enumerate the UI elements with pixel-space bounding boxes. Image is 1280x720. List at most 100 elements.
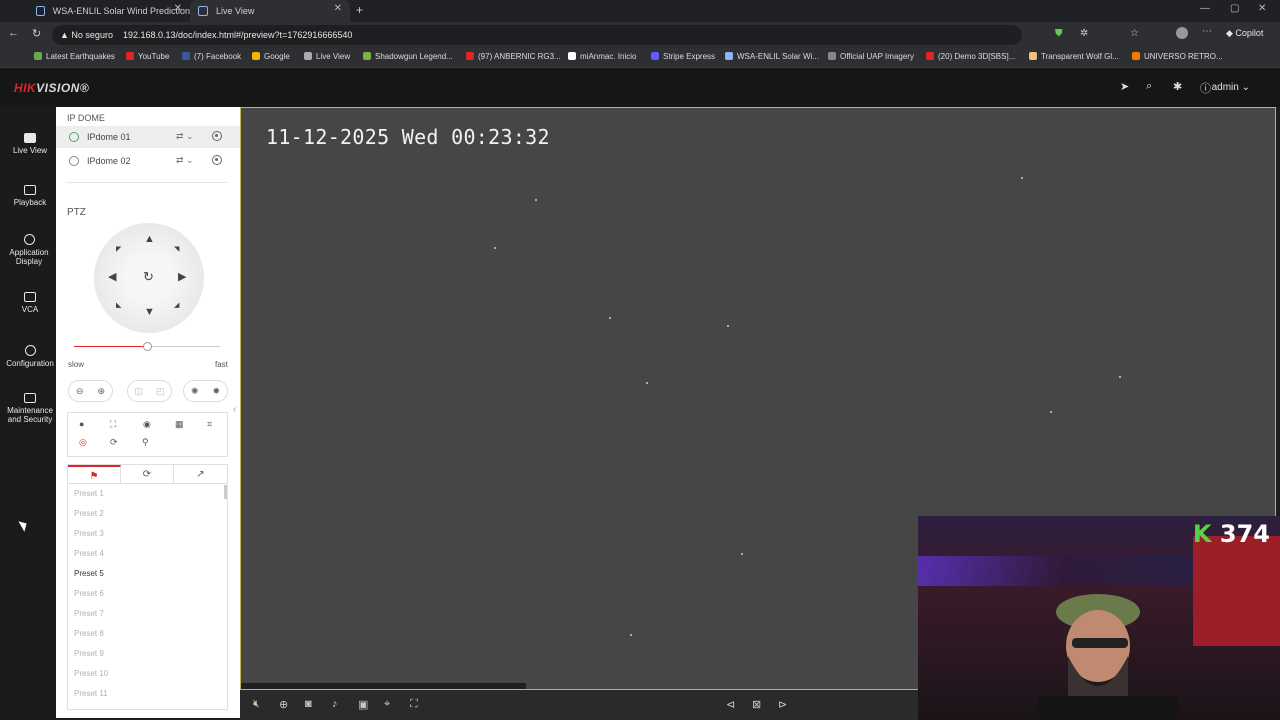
bookmark-item[interactable]: Stripe Express (651, 52, 715, 61)
nav-configuration[interactable]: Configuration (0, 345, 60, 368)
nav-application-display[interactable]: Application Display (0, 234, 59, 266)
more-icon[interactable]: ⋯ (1202, 26, 1212, 37)
bookmark-item[interactable]: (20) Demo 3D[SBS]... (926, 52, 1015, 61)
record-icon[interactable] (212, 131, 222, 141)
antenna-icon[interactable]: ⚲ (142, 437, 149, 448)
url-field[interactable]: ▲ No seguro 192.168.0.13/doc/index.html#… (52, 25, 1022, 45)
ptz-up-left-icon[interactable]: ◤ (116, 245, 121, 253)
nav-vca[interactable]: VCA (0, 292, 60, 314)
one-touch-icon[interactable]: ◎ (79, 437, 87, 448)
bookmark-item[interactable]: Official UAP Imagery (828, 52, 914, 61)
bookmark-item[interactable]: Transparent Wolf Gl... (1029, 52, 1119, 61)
record-clip-icon[interactable]: ▣ (358, 698, 368, 711)
bookmark-item[interactable]: WSA-ENLIL Solar Wi... (725, 52, 819, 61)
tab-live-view[interactable]: Live View ✕ (190, 0, 350, 22)
tab-pattern[interactable]: ↗ (174, 465, 227, 484)
ptz-auto-rotate-icon[interactable]: ↻ (143, 269, 154, 285)
bookmark-item[interactable]: YouTube (126, 52, 169, 61)
next-icon[interactable]: ⊳ (778, 698, 787, 711)
bookmark-item[interactable]: Latest Earthquakes (34, 52, 115, 61)
close-tab-icon[interactable]: ✕ (174, 3, 182, 14)
bookmark-item[interactable]: Live View (304, 52, 350, 61)
camera-row-ipdome-01[interactable]: IPdome 01 ⇄ ⌄ (56, 126, 240, 148)
bookmark-item[interactable]: UNIVERSO RETRO... (1132, 52, 1223, 61)
bookmark-item[interactable]: (7) Facebook (182, 52, 241, 61)
favorites-icon[interactable]: ☆ (1130, 28, 1139, 39)
send-icon[interactable]: ➤ (1120, 80, 1129, 93)
preset-item[interactable]: Preset 11 (74, 689, 108, 698)
preset-item[interactable]: Preset 4 (74, 549, 104, 558)
microphone-icon[interactable]: ♪ (332, 698, 338, 710)
new-tab-icon[interactable]: + (356, 3, 363, 17)
back-icon[interactable]: ← (8, 27, 19, 39)
park-icon[interactable]: ⟳ (110, 437, 118, 448)
user-menu[interactable]: admin ⌄ (1212, 82, 1250, 93)
preset-item[interactable]: Preset 1 (74, 489, 104, 498)
nav-live-view[interactable]: Live View (0, 133, 60, 155)
light-icon[interactable]: ● (79, 419, 84, 429)
preset-item[interactable]: Preset 2 (74, 509, 104, 518)
record-icon[interactable] (212, 155, 222, 165)
preset-item[interactable]: Preset 6 (74, 589, 104, 598)
audio-mute-icon[interactable]: 🔇︎ (253, 698, 260, 711)
wiper-icon[interactable]: ◉ (143, 419, 151, 430)
tab-patrol[interactable]: ⟳ (121, 465, 174, 484)
regional-focus-icon[interactable]: ⌗ (207, 419, 212, 430)
ptz-down-icon[interactable]: ▼ (144, 306, 155, 318)
settings-icon[interactable]: ✱ (1173, 80, 1182, 93)
bookmark-item[interactable]: (97) ANBERNIC RG3... (466, 52, 561, 61)
preset-item[interactable]: Preset 3 (74, 529, 104, 538)
iris-close-icon[interactable]: ✺ (191, 386, 199, 397)
speed-slider-handle[interactable] (143, 342, 152, 351)
search-icon[interactable]: ⌕ (1146, 80, 1152, 93)
extensions-icon[interactable]: ✲ (1080, 28, 1088, 39)
zoom-out-icon[interactable]: ⊖ (76, 386, 84, 397)
3d-positioning-icon[interactable]: ⌖ (384, 698, 390, 711)
bookmark-item[interactable]: Google (252, 52, 290, 61)
ptz-up-right-icon[interactable]: ◥ (174, 245, 179, 253)
ptz-control-icon[interactable]: ⇄ ⌄ (176, 131, 194, 142)
reload-icon[interactable]: ↻ (32, 27, 41, 40)
minimize-icon[interactable]: — (1200, 3, 1210, 14)
preset-item[interactable]: Preset 8 (74, 629, 104, 638)
ptz-right-icon[interactable]: ▶ (178, 270, 186, 283)
collapse-panel-icon[interactable]: ‹ (233, 404, 236, 415)
zoom-in-icon[interactable]: ⊕ (97, 386, 105, 397)
nav-maintenance-security[interactable]: Maintenance and Security (0, 393, 60, 424)
focus-near-icon[interactable]: ◫ (134, 386, 143, 397)
previous-icon[interactable]: ⊲ (726, 698, 735, 711)
iris-open-icon[interactable]: ✹ (212, 386, 220, 397)
tab-wsa-enlil[interactable]: WSA-ENLIL Solar Wind Prediction ✕ (28, 0, 190, 22)
bookmark-item[interactable]: miAnmac. Inicio (568, 52, 636, 61)
ptz-left-icon[interactable]: ◀ (108, 270, 116, 283)
ptz-speed-slider[interactable] (74, 342, 220, 351)
close-tab-icon[interactable]: ✕ (334, 3, 342, 14)
ptz-control-icon[interactable]: ⇄ ⌄ (176, 155, 194, 166)
copilot-button[interactable]: ◆ Copilot (1226, 28, 1263, 39)
nav-playback[interactable]: Playback (0, 185, 60, 207)
preset-item[interactable]: Preset 7 (74, 609, 104, 618)
ptz-down-right-icon[interactable]: ◢ (174, 301, 179, 309)
info-icon[interactable]: ⓘ (1200, 80, 1211, 96)
preset-scrollbar[interactable] (224, 485, 227, 499)
fit-window-icon[interactable]: ⛶ (410, 698, 418, 711)
close-window-icon[interactable]: ✕ (1258, 3, 1266, 14)
grid-icon[interactable]: ▦ (175, 419, 184, 430)
ptz-up-icon[interactable]: ▲ (144, 233, 155, 245)
maximize-icon[interactable]: ▢ (1230, 3, 1239, 14)
ptz-down-left-icon[interactable]: ◣ (116, 301, 121, 309)
digital-zoom-icon[interactable]: ⊕ (279, 698, 288, 711)
bookmark-item[interactable]: Shadowgun Legend... (363, 52, 453, 61)
ptz-direction-pad[interactable]: ▲ ▼ ◀ ▶ ◤ ◥ ◣ ◢ ↻ (94, 223, 204, 333)
security-warning[interactable]: ▲ No seguro (60, 30, 113, 40)
focus-far-icon[interactable]: ◰ (156, 386, 165, 397)
capture-icon[interactable]: ◙ (305, 698, 312, 710)
preset-item[interactable]: Preset 5 (74, 569, 104, 578)
preset-item[interactable]: Preset 10 (74, 669, 108, 678)
camera-row-ipdome-02[interactable]: IPdome 02 ⇄ ⌄ (56, 150, 240, 172)
tab-preset[interactable]: ⚑ (68, 465, 121, 484)
focus-frame-icon[interactable]: ⛶ (110, 419, 116, 430)
shield-extension-icon[interactable]: ⛊ (1055, 28, 1063, 39)
stop-all-icon[interactable]: ⊠ (752, 698, 761, 711)
preset-item[interactable]: Preset 9 (74, 649, 104, 658)
